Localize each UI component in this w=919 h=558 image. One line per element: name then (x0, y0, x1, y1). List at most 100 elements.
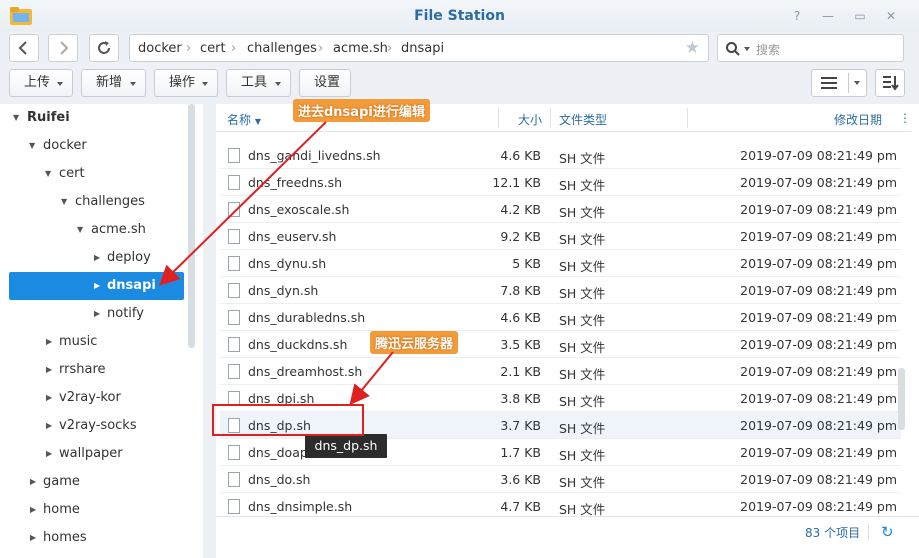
tree-item-homes[interactable]: ▶ homes (0, 524, 186, 552)
column-divider (687, 108, 688, 128)
file-size: 1.7 KB (500, 445, 541, 460)
annotation-label-tencent-cloud: 腾迅云服务器 (370, 331, 459, 354)
collapsed-arrow-icon[interactable]: ▶ (46, 328, 52, 356)
action-button[interactable]: 操作 (154, 69, 218, 97)
tree-item-music[interactable]: ▶ music (0, 328, 186, 356)
file-modified: 2019-07-09 08:21:49 pm (740, 499, 897, 514)
collapsed-arrow-icon[interactable]: ▶ (46, 440, 52, 468)
help-icon[interactable]: ? (789, 8, 805, 24)
breadcrumb-acme-sh[interactable]: acme.sh (333, 41, 388, 56)
file-name: dns_durabledns.sh (248, 310, 366, 325)
file-type: SH 文件 (559, 394, 606, 409)
favorite-star-icon[interactable]: ★ (685, 38, 700, 58)
collapsed-arrow-icon[interactable]: ▶ (94, 300, 100, 328)
table-row[interactable]: dns_dyn.sh 7.8 KB SH 文件 2019-07-09 08:21:49… (220, 277, 901, 304)
forward-button[interactable] (48, 34, 78, 62)
expanded-arrow-icon[interactable]: ▼ (45, 160, 51, 188)
breadcrumb-docker[interactable]: docker (138, 41, 182, 56)
new-button[interactable]: 新增 (81, 69, 146, 97)
tree-item-cert[interactable]: ▼ cert (0, 160, 186, 188)
tree-item-challenges[interactable]: ▼ challenges (0, 188, 186, 216)
breadcrumb-challenges[interactable]: challenges (247, 41, 317, 56)
expanded-arrow-icon[interactable]: ▼ (61, 188, 67, 216)
annotation-label-edit-dnsapi: 进去dnsapi进行编辑 (293, 99, 430, 122)
breadcrumb-cert[interactable]: cert (200, 41, 226, 56)
column-menu-icon[interactable]: ⋮ (899, 111, 911, 125)
file-type: SH 文件 (559, 286, 606, 301)
file-name: dns_dreamhost.sh (248, 364, 363, 379)
tree-item-label: home (43, 502, 80, 517)
view-mode-button[interactable] (811, 69, 867, 97)
file-type: SH 文件 (559, 151, 606, 166)
collapsed-arrow-icon[interactable]: ▶ (46, 384, 52, 412)
title-bar: File Station ? — ▭ ✕ (0, 0, 919, 32)
tree-item-v2ray-socks[interactable]: ▶ v2ray-socks (0, 412, 186, 440)
file-icon (228, 310, 240, 325)
tree-item-label: notify (107, 306, 144, 321)
tree-item-label: music (59, 334, 98, 349)
collapsed-arrow-icon[interactable]: ▶ (46, 412, 52, 440)
table-row[interactable]: dns_euserv.sh 9.2 KB SH 文件 2019-07-09 08:21… (220, 223, 901, 250)
file-icon (228, 202, 240, 217)
tree-item-label: homes (43, 530, 87, 545)
tree-item-acme-sh[interactable]: ▼ acme.sh (0, 216, 186, 244)
pane-splitter[interactable] (203, 104, 216, 558)
column-divider (550, 108, 551, 128)
table-row[interactable]: dns_dynu.sh 5 KB SH 文件 2019-07-09 08:21:49 … (220, 250, 901, 277)
expanded-arrow-icon[interactable]: ▼ (29, 132, 35, 160)
tree-item-notify[interactable]: ▶ notify (0, 300, 186, 328)
search-input[interactable]: 搜索 (717, 34, 904, 62)
file-type: SH 文件 (559, 475, 606, 490)
back-button[interactable] (9, 34, 39, 62)
table-row[interactable]: dns_durabledns.sh 4.6 KB SH 文件 2019-07-09 0… (220, 304, 901, 331)
tree-item-game[interactable]: ▶ game (0, 468, 186, 496)
tree-item-ruifei[interactable]: ▼ Ruifei (0, 104, 186, 132)
tree-item-deploy[interactable]: ▶ deploy (0, 244, 186, 272)
refresh-list-icon[interactable]: ↻ (881, 523, 894, 541)
tree-item-home[interactable]: ▶ home (0, 496, 186, 524)
chevron-down-icon (854, 81, 860, 85)
column-modified[interactable]: 修改日期 (834, 111, 882, 128)
upload-button[interactable]: 上传 (9, 69, 73, 97)
collapsed-arrow-icon[interactable]: ▶ (30, 468, 36, 496)
maximize-icon[interactable]: ▭ (852, 8, 868, 24)
collapsed-arrow-icon[interactable]: ▶ (46, 356, 52, 384)
sort-button[interactable] (875, 69, 905, 97)
breadcrumb-dnsapi[interactable]: dnsapi (401, 41, 444, 56)
tree-item-rrshare[interactable]: ▶ rrshare (0, 356, 186, 384)
column-name[interactable]: 名称 ▼ (227, 111, 261, 128)
refresh-button[interactable] (89, 34, 119, 62)
collapsed-arrow-icon[interactable]: ▶ (94, 272, 100, 300)
tree-item-v2ray-kor[interactable]: ▶ v2ray-kor (0, 384, 186, 412)
table-row[interactable]: dns_duckdns.sh 3.5 KB SH 文件 2019-07-09 08:2… (220, 331, 901, 358)
tree-item-wallpaper[interactable]: ▶ wallpaper (0, 440, 186, 468)
table-row[interactable]: dns_exoscale.sh 4.2 KB SH 文件 2019-07-09 08:… (220, 196, 901, 223)
column-type[interactable]: 文件类型 (559, 111, 607, 128)
table-row[interactable]: dns_freedns.sh 12.1 KB SH 文件 2019-07-09 08:… (220, 169, 901, 196)
path-bar[interactable]: docker › cert › challenges › acme.sh › d… (129, 34, 709, 62)
window-title: File Station (414, 8, 505, 24)
tree-item-label: docker (43, 138, 87, 153)
expanded-arrow-icon[interactable]: ▼ (13, 104, 19, 132)
file-name: dns_dynu.sh (248, 256, 327, 271)
settings-button[interactable]: 设置 (299, 69, 351, 97)
collapsed-arrow-icon[interactable]: ▶ (30, 524, 36, 552)
column-size[interactable]: 大小 (518, 111, 542, 128)
tree-item-dnsapi[interactable]: ▶ dnsapi (9, 272, 184, 300)
file-modified: 2019-07-09 08:21:49 pm (740, 364, 897, 379)
tree-item-docker[interactable]: ▼ docker (0, 132, 186, 160)
tree-scrollbar[interactable] (188, 104, 195, 348)
file-size: 3.5 KB (500, 337, 541, 352)
minimize-icon[interactable]: — (820, 8, 836, 24)
table-row[interactable]: dns_dreamhost.sh 2.1 KB SH 文件 2019-07-09 08… (220, 358, 901, 385)
collapsed-arrow-icon[interactable]: ▶ (30, 496, 36, 524)
table-row[interactable]: dns_gandi_livedns.sh 4.6 KB SH 文件 2019-07-0… (220, 142, 901, 169)
file-size: 12.1 KB (492, 175, 541, 190)
file-size: 7.8 KB (500, 283, 541, 298)
close-icon[interactable]: ✕ (883, 8, 899, 24)
collapsed-arrow-icon[interactable]: ▶ (94, 244, 100, 272)
table-row[interactable]: dns_do.sh 3.6 KB SH 文件 2019-07-09 08:21:49 … (220, 466, 901, 493)
expanded-arrow-icon[interactable]: ▼ (77, 216, 83, 244)
file-list-scrollbar[interactable] (898, 368, 905, 430)
tools-button[interactable]: 工具 (226, 69, 291, 97)
